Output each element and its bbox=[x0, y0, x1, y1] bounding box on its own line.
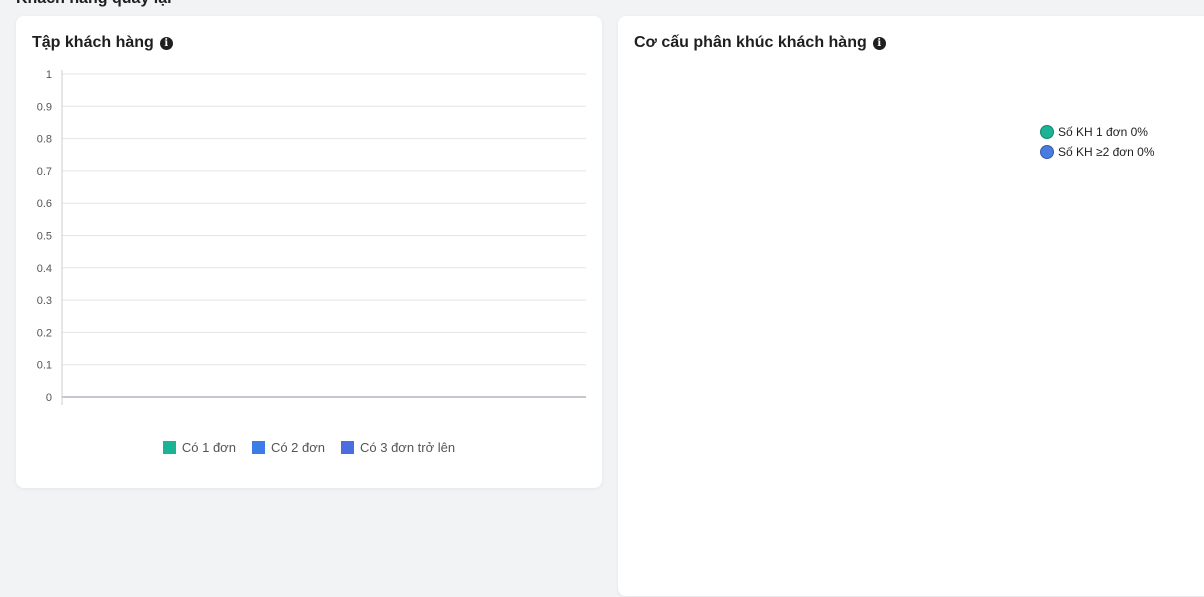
y-tick-label: 0.6 bbox=[37, 198, 52, 210]
legend-swatch-three-plus-orders bbox=[341, 441, 354, 454]
legend-swatch-two-orders bbox=[251, 441, 265, 454]
customer-base-card: Tập khách hàng i 0 0.1 0.2 0.3 0.4 0.5 0.6 0.7 0… bbox=[16, 16, 602, 488]
legend-label-three-plus-orders: Có 3 đơn trở lên bbox=[360, 440, 456, 455]
chart-legend: Có 1 đơn Có 2 đơn Có 3 đơn trở lên bbox=[16, 440, 602, 455]
legend-label-two-orders: Có 2 đơn bbox=[270, 440, 325, 455]
info-icon[interactable]: i bbox=[872, 36, 886, 50]
legend-item-two-orders[interactable]: Có 2 đơn bbox=[251, 440, 325, 455]
y-tick-label: 0.5 bbox=[37, 231, 52, 243]
y-tick-label: 0.4 bbox=[37, 263, 52, 275]
segment-legend-item-two-plus-orders[interactable]: Số KH ≥2 đơn 0% bbox=[1040, 145, 1155, 159]
y-tick-label: 0.1 bbox=[37, 360, 52, 372]
legend-item-one-order[interactable]: Có 1 đơn bbox=[162, 440, 236, 455]
y-tick-label: 0.9 bbox=[37, 101, 52, 113]
segment-label-one-order: Số KH 1 đơn 0% bbox=[1058, 125, 1148, 139]
y-tick-label: 0 bbox=[46, 392, 52, 404]
y-tick-label: 1 bbox=[46, 69, 52, 81]
y-tick-label: 0.7 bbox=[37, 166, 52, 178]
segment-label-two-plus-orders: Số KH ≥2 đơn 0% bbox=[1058, 145, 1155, 159]
section-title: Khách hàng quay lại bbox=[16, 0, 172, 8]
legend-swatch-one-order bbox=[162, 441, 176, 454]
y-tick-label: 0.2 bbox=[37, 327, 52, 339]
segment-legend-item-one-order[interactable]: Số KH 1 đơn 0% bbox=[1040, 125, 1155, 139]
segment-legend: Số KH 1 đơn 0% Số KH ≥2 đơn 0% bbox=[1040, 125, 1155, 159]
customer-base-chart: 0 0.1 0.2 0.3 0.4 0.5 0.6 0.7 0.8 0.9 1 bbox=[37, 69, 586, 405]
legend-label-one-order: Có 1 đơn bbox=[181, 440, 236, 455]
segment-dot-two-plus-orders bbox=[1040, 145, 1054, 159]
segment-structure-title: Cơ cấu phân khúc khách hàng i bbox=[634, 34, 886, 52]
y-tick-label: 0.8 bbox=[37, 134, 52, 146]
y-tick-label: 0.3 bbox=[37, 295, 52, 307]
legend-item-three-plus-orders[interactable]: Có 3 đơn trở lên bbox=[341, 440, 455, 455]
segment-dot-one-order bbox=[1040, 125, 1054, 139]
segment-structure-title-text: Cơ cấu phân khúc khách hàng bbox=[634, 34, 867, 51]
segment-structure-card: Cơ cấu phân khúc khách hàng i Số KH 1 đơ… bbox=[618, 16, 1204, 596]
